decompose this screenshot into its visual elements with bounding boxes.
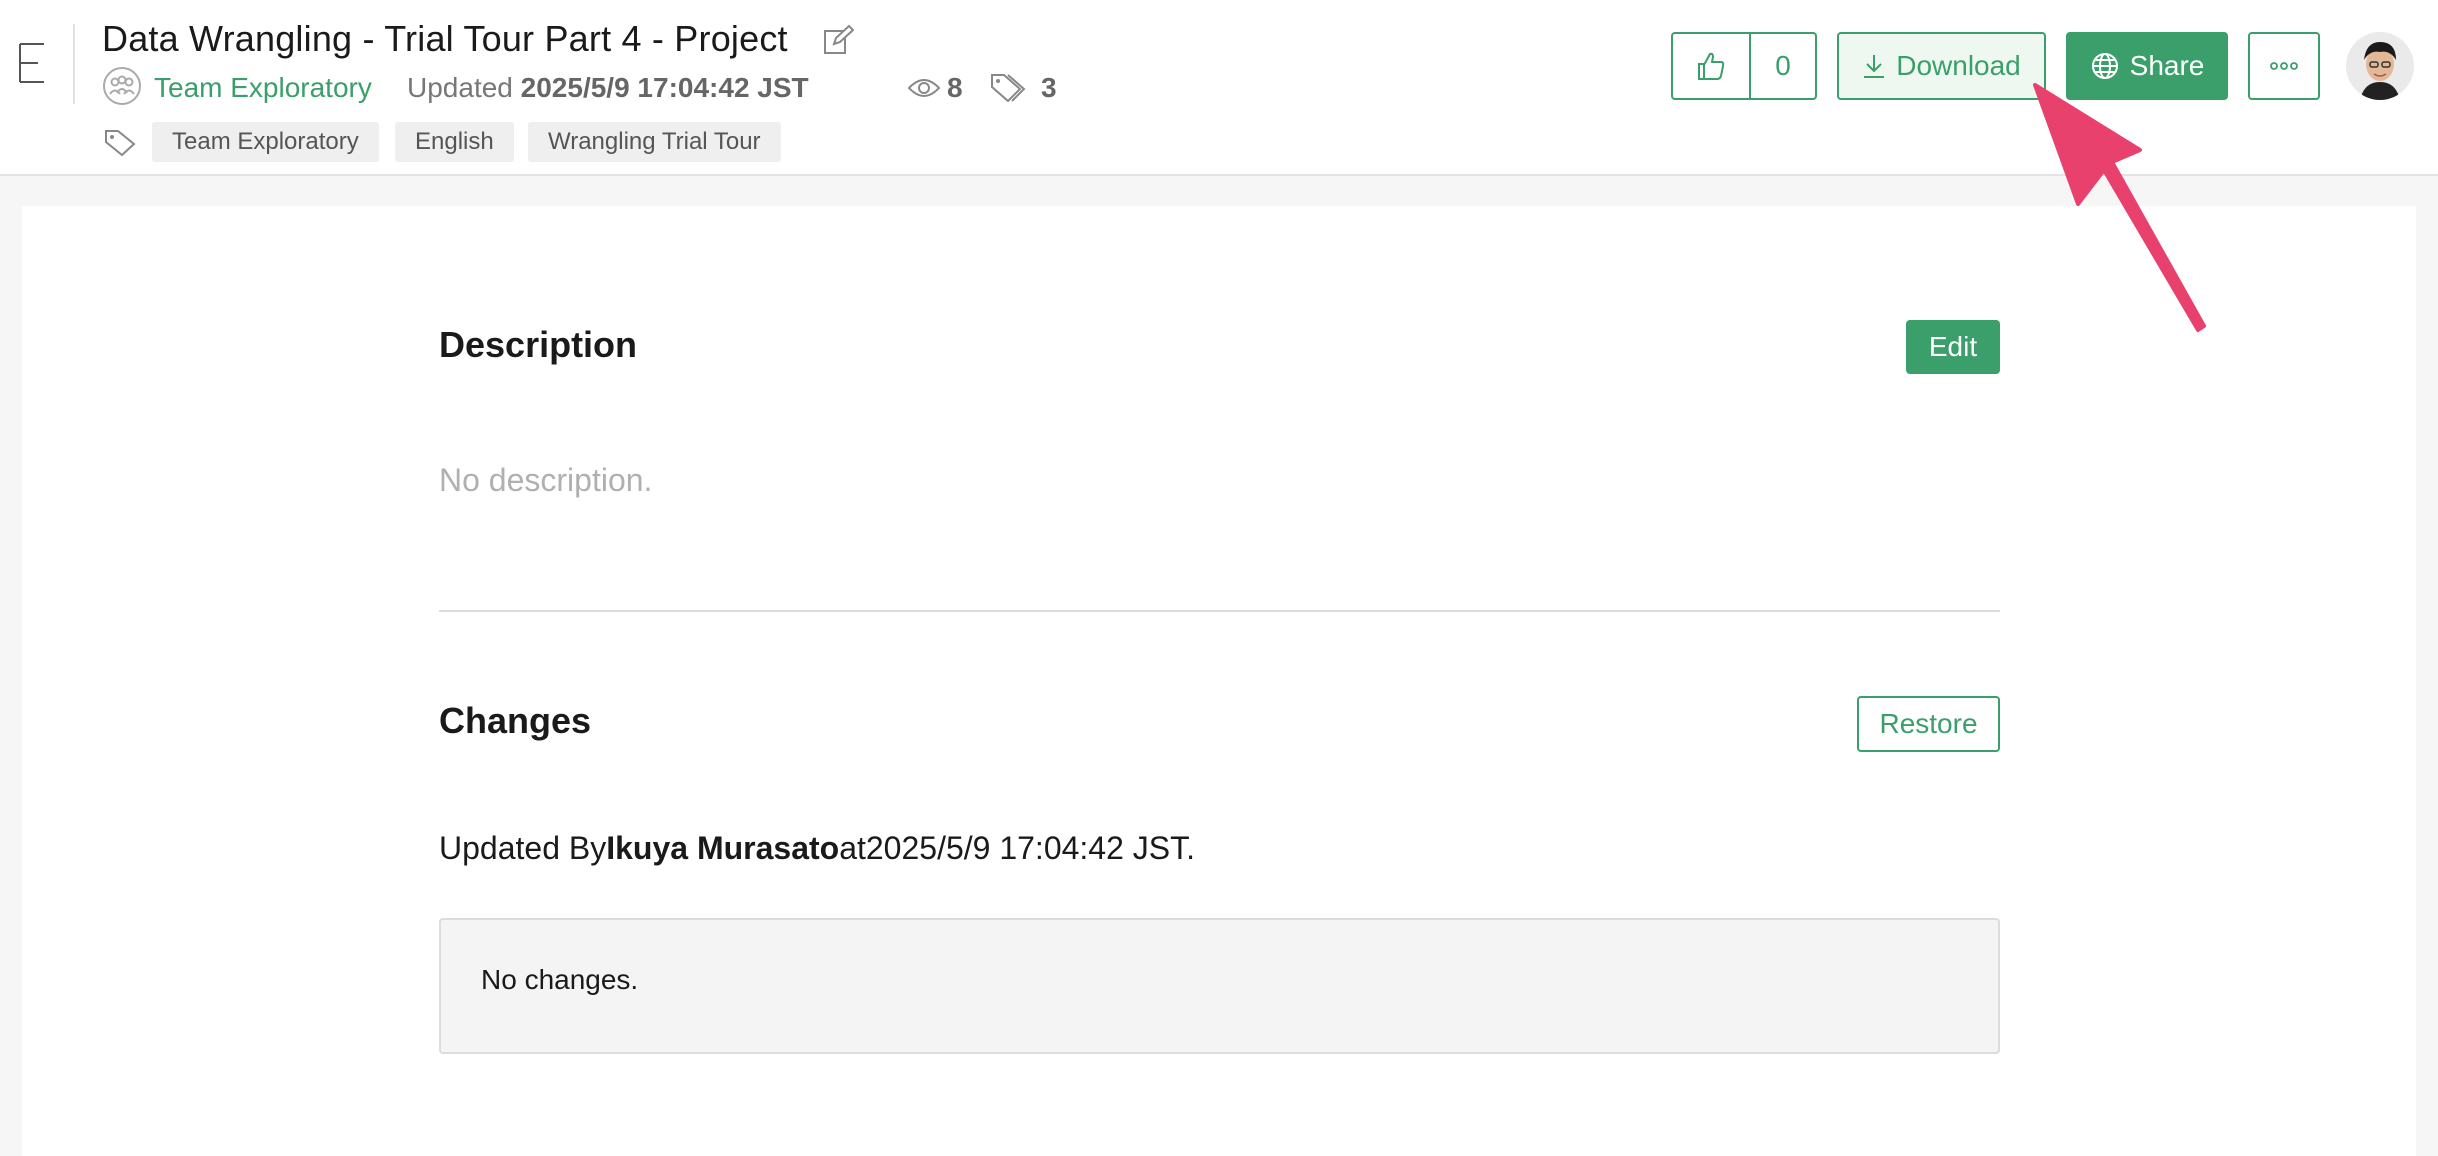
changes-box: No changes.: [439, 918, 2000, 1054]
eye-icon: [907, 79, 941, 97]
views-count: 8: [947, 72, 963, 103]
restore-button[interactable]: Restore: [1857, 696, 2000, 752]
description-text: No description.: [439, 462, 653, 498]
more-icon: [2270, 62, 2298, 70]
download-label: Download: [1896, 50, 2021, 81]
updated-by-time: 2025/5/9 17:04:42 JST.: [865, 830, 1196, 866]
updated-info: Updated 2025/5/9 17:04:42 JST: [407, 72, 809, 104]
user-avatar[interactable]: [2346, 32, 2414, 100]
thumbs-up-icon: [1698, 52, 1725, 80]
updated-by-text: Updated ByIkuya Murasatoat2025/5/9 17:04…: [439, 830, 1195, 867]
tag-chip[interactable]: Wrangling Trial Tour: [528, 122, 781, 162]
changes-title: Changes: [439, 700, 592, 741]
tag-icon: [105, 130, 136, 156]
tag-count: 3: [1041, 72, 1057, 103]
page-title: Data Wrangling - Trial Tour Part 4 - Pro…: [102, 18, 788, 59]
edit-description-button[interactable]: Edit: [1906, 320, 2000, 374]
like-button[interactable]: [1673, 34, 1751, 98]
updated-by-prefix: Updated By: [439, 830, 607, 866]
download-icon: [1864, 55, 1885, 78]
updated-by-user: Ikuya Murasato: [606, 830, 840, 866]
updated-label: Updated: [407, 72, 513, 103]
section-divider: [439, 610, 2000, 612]
team-link[interactable]: Team Exploratory: [154, 72, 372, 104]
description-title: Description: [439, 324, 638, 365]
share-button[interactable]: Share: [2066, 32, 2228, 100]
tags-count-icon: [991, 74, 1026, 103]
team-icon: [103, 67, 141, 105]
updated-time: 2025/5/9 17:04:42 JST: [520, 72, 809, 103]
globe-icon: [2091, 53, 2118, 79]
download-button[interactable]: Download: [1837, 32, 2046, 100]
like-count: 0: [1775, 50, 1791, 81]
edit-title-icon[interactable]: [822, 24, 854, 56]
exploratory-logo-icon[interactable]: [16, 40, 50, 86]
page-header: Data Wrangling - Trial Tour Part 4 - Pro…: [0, 0, 2438, 176]
main-content: Description Edit No description. Changes…: [22, 206, 2416, 1156]
updated-by-mid: at: [839, 830, 866, 866]
logo-divider: [73, 24, 75, 104]
more-options-button[interactable]: [2248, 32, 2320, 100]
no-changes-text: No changes.: [481, 964, 639, 995]
like-button-group: 0: [1671, 32, 1817, 100]
meta-row: Team Exploratory Updated 2025/5/9 17:04:…: [102, 66, 1102, 110]
share-label: Share: [2129, 50, 2205, 81]
tag-chip[interactable]: Team Exploratory: [152, 122, 379, 162]
tag-chip[interactable]: English: [395, 122, 514, 162]
